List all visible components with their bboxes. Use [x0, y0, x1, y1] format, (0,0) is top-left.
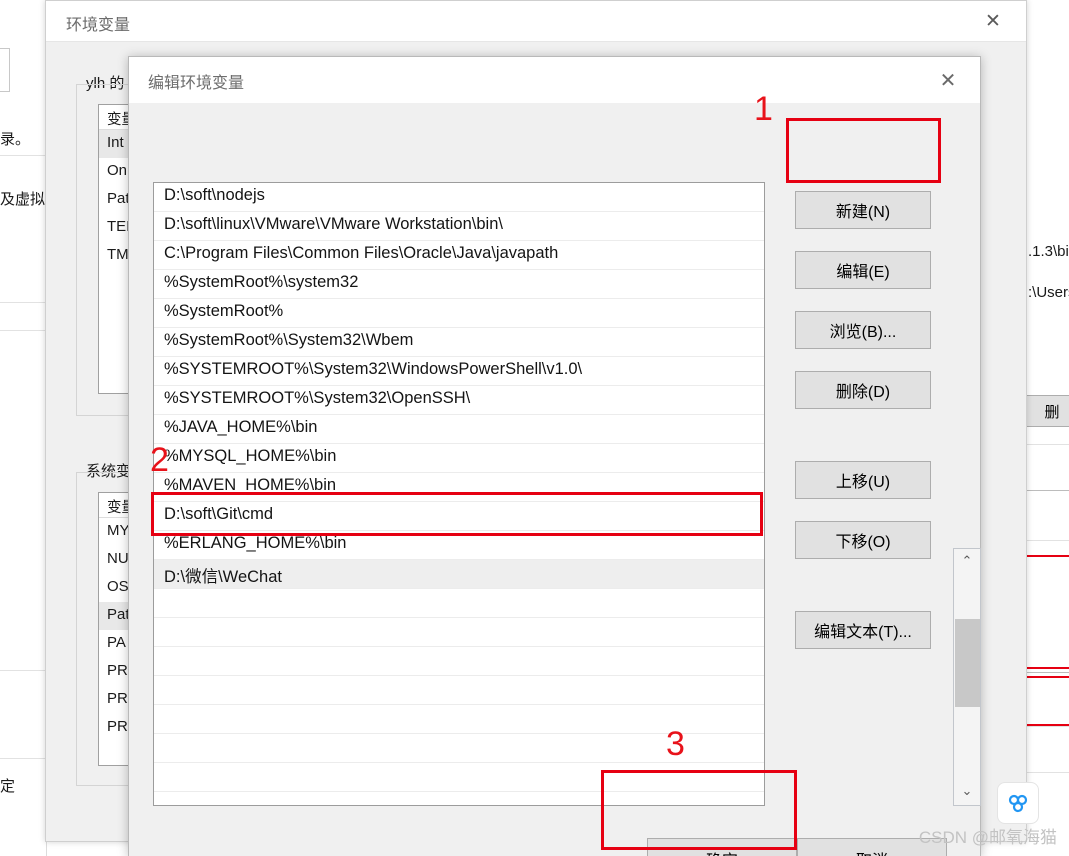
vertical-scrollbar[interactable]: ⌃ ⌄	[953, 548, 981, 806]
icon-logo	[1008, 794, 1028, 813]
path-entry-row[interactable]: %SystemRoot%	[154, 299, 764, 328]
path-entry-row-empty[interactable]	[154, 734, 764, 763]
background-divider	[0, 330, 46, 331]
edit-dialog-body: D:\soft\nodejs D:\soft\linux\VMware\VMwa…	[129, 103, 981, 856]
path-entry-row[interactable]: %SYSTEMROOT%\System32\WindowsPowerShell\…	[154, 357, 764, 386]
path-entry-row-empty[interactable]	[154, 705, 764, 734]
edit-dialog-title: 编辑环境变量	[148, 75, 245, 92]
move-up-button[interactable]: 上移(U)	[795, 461, 931, 499]
path-entries-list[interactable]: D:\soft\nodejs D:\soft\linux\VMware\VMwa…	[153, 182, 765, 806]
path-entry-row-empty[interactable]	[154, 647, 764, 676]
ok-button[interactable]: 确定	[647, 838, 797, 856]
path-entry-row[interactable]: %SystemRoot%\System32\Wbem	[154, 328, 764, 357]
browse-button[interactable]: 浏览(B)...	[795, 311, 931, 349]
edit-dialog-titlebar: 编辑环境变量 ✕	[129, 57, 980, 104]
path-entry-row-empty[interactable]	[154, 763, 764, 792]
path-entry-row[interactable]: %JAVA_HOME%\bin	[154, 415, 764, 444]
edit-text-button[interactable]: 编辑文本(T)...	[795, 611, 931, 649]
background-divider	[0, 155, 46, 156]
path-entry-row[interactable]: %MAVEN_HOME%\bin	[154, 473, 764, 502]
close-icon[interactable]: ✕	[932, 65, 964, 95]
path-entry-row-empty[interactable]	[154, 792, 764, 805]
path-entry-row[interactable]: %ERLANG_HOME%\bin	[154, 531, 764, 560]
background-bottom-button-fragment[interactable]: 定	[0, 775, 15, 796]
env-window-title: 环境变量	[66, 17, 131, 34]
delete-button[interactable]: 删除(D)	[795, 371, 931, 409]
watermark-logo-tile	[997, 782, 1039, 824]
scrollbar-thumb[interactable]	[955, 619, 980, 707]
path-entry-row[interactable]: %SYSTEMROOT%\System32\OpenSSH\	[154, 386, 764, 415]
path-entry-row-empty[interactable]	[154, 589, 764, 618]
path-entry-row[interactable]: D:\soft\nodejs	[154, 183, 764, 212]
edit-environment-variable-dialog: 编辑环境变量 ✕ D:\soft\nodejs D:\soft\linux\VM…	[128, 56, 981, 856]
background-delete-button[interactable]: 删	[1022, 395, 1069, 427]
background-text-fragment: .1.3\bin	[1028, 243, 1069, 260]
background-text-fragment: 录。	[0, 131, 31, 148]
path-entry-row[interactable]: %MYSQL_HOME%\bin	[154, 444, 764, 473]
cancel-button[interactable]: 取消	[797, 838, 947, 856]
path-entry-row-empty[interactable]	[154, 618, 764, 647]
screenshot-root: 录。 及虚拟内 定 .1.3\bin :\Users\ on\bin\ ) 删 …	[0, 0, 1069, 856]
scroll-down-icon[interactable]: ⌄	[954, 779, 980, 805]
move-down-button[interactable]: 下移(O)	[795, 521, 931, 559]
path-entry-row[interactable]: %SystemRoot%\system32	[154, 270, 764, 299]
scroll-up-icon[interactable]: ⌃	[954, 549, 980, 575]
background-divider	[0, 758, 46, 759]
path-entry-row-empty[interactable]	[154, 676, 764, 705]
background-divider	[0, 670, 46, 671]
new-button[interactable]: 新建(N)	[795, 191, 931, 229]
background-divider	[0, 302, 46, 303]
path-entry-row[interactable]: C:\Program Files\Common Files\Oracle\Jav…	[154, 241, 764, 270]
edit-button[interactable]: 编辑(E)	[795, 251, 931, 289]
path-entry-row-selected[interactable]: D:\微信\WeChat	[154, 560, 764, 589]
path-entry-row[interactable]: D:\soft\Git\cmd	[154, 502, 764, 531]
background-box	[0, 48, 10, 92]
close-icon[interactable]: ✕	[978, 7, 1008, 35]
background-text-fragment: :\Users\	[1028, 284, 1069, 301]
env-window-titlebar: 环境变量 ✕	[46, 1, 1026, 42]
path-entry-row[interactable]: D:\soft\linux\VMware\VMware Workstation\…	[154, 212, 764, 241]
